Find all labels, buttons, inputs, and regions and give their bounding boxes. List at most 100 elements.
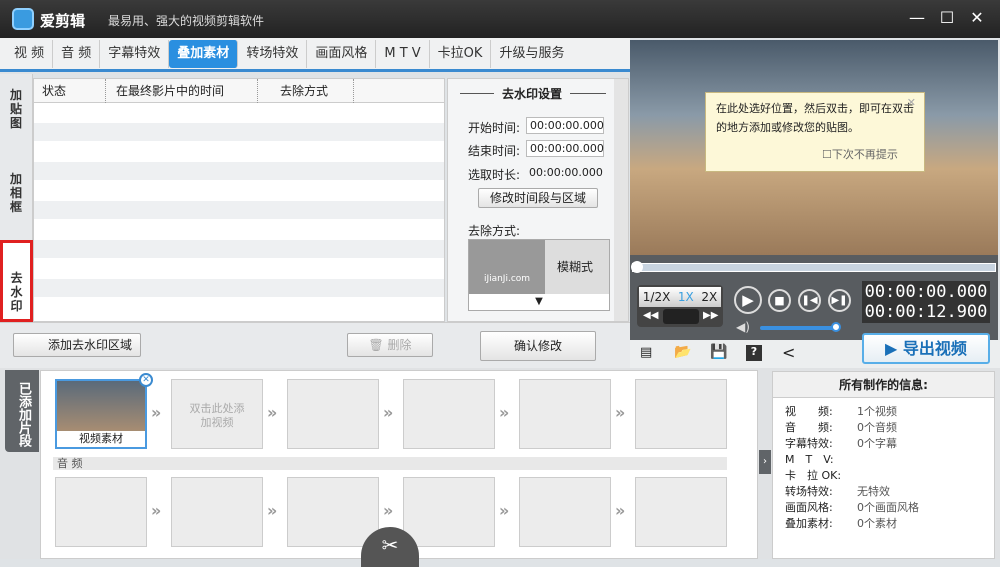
share-icon[interactable]: < (782, 343, 795, 362)
volume-handle[interactable] (831, 322, 841, 332)
progress-bar[interactable] (632, 263, 996, 272)
help-icon[interactable]: ? (746, 345, 762, 361)
prev-frame-button[interactable]: ❚◀ (798, 289, 821, 312)
next-frame-button[interactable]: ▶❚ (828, 289, 851, 312)
add-watermark-region-button[interactable]: 添加去水印区域 (13, 333, 141, 357)
play-button[interactable]: ▶ (734, 286, 762, 314)
tab-overlay[interactable]: 叠加素材 (169, 39, 239, 68)
info-row: 视 频: 1个视频 (773, 404, 994, 420)
info-key: 转场特效: (785, 485, 833, 498)
new-icon[interactable]: ▤ (640, 345, 652, 360)
video-clip[interactable]: 视频素材 ✕ (55, 373, 153, 449)
stop-button[interactable]: ■ (768, 289, 791, 312)
rewind-icon[interactable]: ◀◀ (643, 310, 658, 321)
tab-upgrade[interactable]: 升级与服务 (491, 40, 572, 68)
end-time-field[interactable]: 00:00:00.000 (526, 140, 604, 157)
side-tab-frame[interactable]: 加相框 (6, 172, 26, 214)
info-value: 0个画面风格 (857, 501, 919, 514)
clip-label: 视频素材 (57, 431, 145, 447)
speed-control: 1/2X 1X 2X ◀◀ ▶▶ (637, 285, 723, 327)
start-label: 开始时间: (468, 121, 521, 135)
method-thumbnail: iJianJi.com (469, 240, 545, 294)
confirm-modify-button[interactable]: 确认修改 (480, 331, 596, 361)
start-time-field[interactable]: 00:00:00.000 (526, 117, 604, 134)
end-label: 结束时间: (468, 144, 521, 158)
speed-half[interactable]: 1/2X (643, 287, 671, 307)
method-value: 模糊式 (557, 260, 594, 274)
info-row: 字幕特效: 0个字幕 (773, 436, 994, 452)
title-bar: 爱剪辑 最易用、强大的视频剪辑软件 — ☐ ✕ (0, 0, 1000, 38)
watermark-actions: 添加去水印区域 🗑 删除 确认修改 (0, 322, 630, 368)
tab-style[interactable]: 画面风格 (307, 39, 377, 68)
watermark-settings: 去水印设置 开始时间: 00:00:00.000 结束时间: 00:00:00.… (447, 78, 629, 322)
tab-audio[interactable]: 音 频 (53, 39, 101, 68)
speed-2x[interactable]: 2X (701, 287, 717, 307)
current-time: 00:00:00.000 (864, 282, 988, 302)
arrow-icon: » (615, 403, 626, 422)
info-value: 0个字幕 (857, 437, 897, 450)
export-icon: ▶ (885, 339, 903, 358)
arrow-icon: » (499, 403, 510, 422)
audio-track-label: 音 频 (53, 457, 727, 470)
close-button[interactable]: ✕ (966, 8, 988, 30)
arrow-icon: » (151, 403, 162, 422)
maximize-button[interactable]: ☐ (936, 8, 958, 30)
col-status: 状态 (34, 79, 106, 103)
open-folder-icon[interactable]: 📂 (674, 344, 691, 360)
info-row: 卡 拉 OK: (773, 468, 994, 484)
export-video-button[interactable]: ▶ 导出视频 (862, 333, 990, 364)
settings-scrollbar[interactable] (614, 79, 628, 321)
settings-title: 去水印设置 (494, 85, 571, 102)
info-title: 所有制作的信息: (773, 372, 994, 398)
fast-forward-icon[interactable]: ▶▶ (703, 310, 718, 321)
info-key: 字幕特效: (785, 437, 833, 450)
export-label: 导出视频 (902, 339, 967, 358)
info-row: 音 频: 0个音频 (773, 420, 994, 436)
added-clips-tab[interactable]: 已添加片段 (5, 370, 39, 452)
tab-karaoke[interactable]: 卡拉OK (430, 39, 492, 68)
collapse-info-button[interactable]: › (759, 450, 771, 474)
arrow-icon: » (383, 501, 394, 520)
add-video-placeholder[interactable]: 双击此处添加视频 (171, 379, 263, 449)
info-key: 视 频: (785, 405, 833, 418)
delete-button[interactable]: 🗑 删除 (347, 333, 433, 357)
tooltip: 在此处选好位置，然后双击，即可在双击的地方添加或修改您的贴图。 ✕ ☐下次不再提… (705, 92, 925, 172)
minimize-button[interactable]: — (906, 8, 928, 30)
speed-1x[interactable]: 1X (678, 287, 694, 307)
info-key: 卡 拉 OK: (785, 469, 842, 482)
col-method: 去除方式 (258, 79, 354, 103)
info-key: 叠加素材: (785, 517, 833, 530)
side-tab-sticker[interactable]: 加贴图 (6, 88, 26, 130)
timeline: 视频素材 ✕ 双击此处添加视频 » » » » » 音 频 » » » » » … (40, 370, 758, 567)
arrow-icon: » (499, 501, 510, 520)
total-time: 00:00:12.900 (864, 302, 988, 322)
arrow-icon: » (383, 403, 394, 422)
col-time: 在最终影片中的时间 (106, 79, 258, 103)
info-key: 音 频: (785, 421, 833, 434)
info-row: 画面风格: 0个画面风格 (773, 500, 994, 516)
trash-icon: 🗑 (368, 338, 388, 352)
tab-mtv[interactable]: M T V (376, 39, 430, 68)
add-region-label: 添加去水印区域 (47, 338, 132, 352)
method-dropdown-button[interactable]: ▼ (469, 294, 609, 310)
remove-clip-icon[interactable]: ✕ (139, 373, 153, 387)
tab-video[interactable]: 视 频 (6, 39, 54, 68)
dont-show-again-checkbox[interactable]: ☐下次不再提示 (822, 145, 898, 164)
tooltip-close-icon[interactable]: ✕ (907, 93, 916, 112)
table-body (34, 103, 444, 318)
tab-transition[interactable]: 转场特效 (238, 39, 308, 68)
info-row: M T V: (773, 452, 994, 468)
method-selector[interactable]: iJianJi.com 模糊式 ▼ (468, 239, 610, 311)
duration-value: 00:00:00.000 (529, 166, 603, 179)
volume-icon[interactable]: ◀) (736, 320, 750, 334)
side-tab-watermark[interactable]: 去水印 (0, 240, 33, 322)
save-icon[interactable]: 💾 (710, 344, 727, 360)
info-value: 1个视频 (857, 405, 897, 418)
tab-subtitle[interactable]: 字幕特效 (100, 39, 170, 68)
volume-slider[interactable] (760, 326, 836, 330)
info-value: 0个素材 (857, 517, 897, 530)
progress-handle[interactable] (631, 261, 643, 273)
modify-range-button[interactable]: 修改时间段与区域 (478, 188, 598, 208)
jog-wheel[interactable] (663, 309, 699, 324)
info-value: 无特效 (857, 485, 890, 498)
